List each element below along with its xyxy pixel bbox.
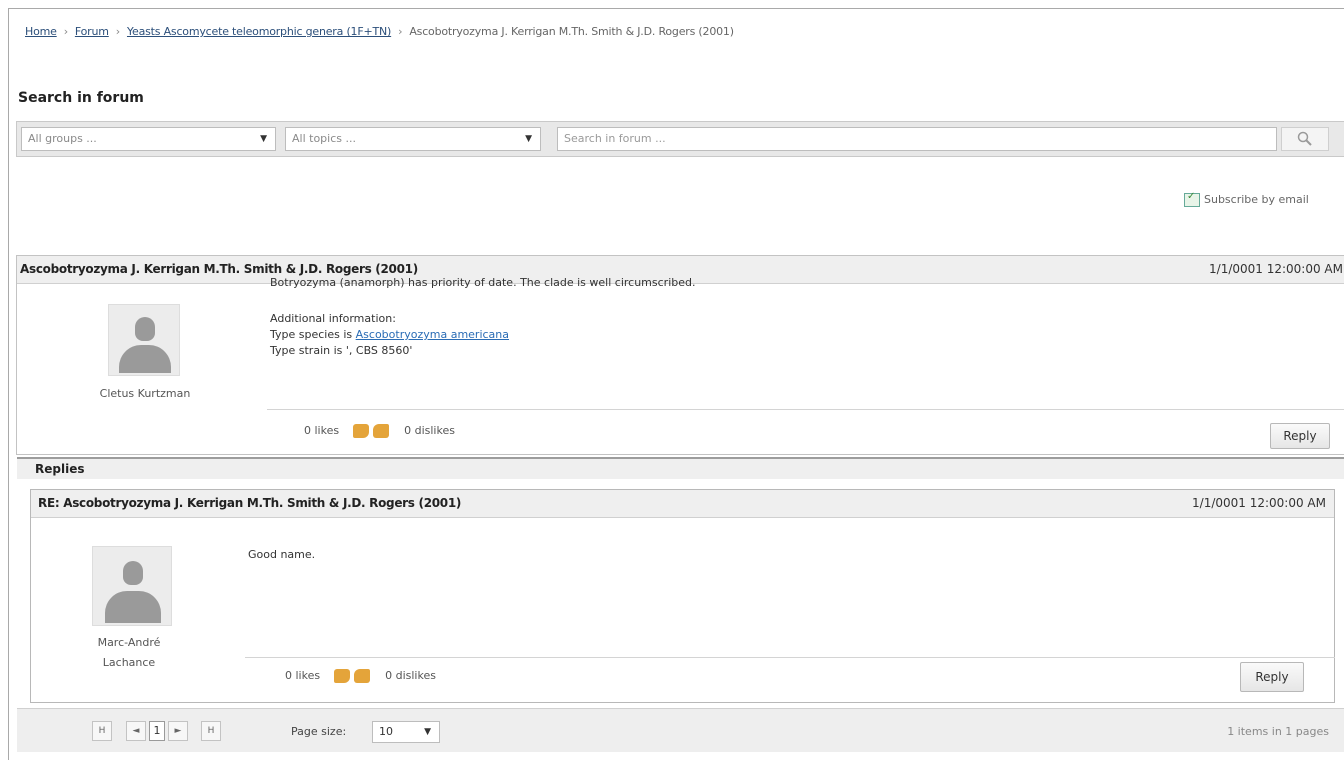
reply-content: Good name.	[248, 548, 316, 561]
page-size-label: Page size:	[291, 725, 347, 738]
type-species-link[interactable]: Ascobotryozyma americana	[356, 328, 509, 341]
type-strain-line: Type strain is ', CBS 8560'	[270, 344, 413, 357]
breadcrumb-current: Ascobotryozyma J. Kerrigan M.Th. Smith &…	[409, 25, 734, 38]
reply-button[interactable]: Reply	[1270, 423, 1330, 449]
thumbs-up-icon[interactable]	[352, 424, 369, 438]
post-dislikes-count: 0 dislikes	[404, 424, 455, 437]
reply-likes-count: 0 likes	[285, 669, 321, 682]
pager: H ◄ 1 ► H Page size: 10 ▼ 1 items in 1 p…	[17, 708, 1344, 752]
breadcrumb-separator: ›	[63, 25, 68, 38]
thumbs-up-icon[interactable]	[333, 669, 350, 683]
type-species-line: Type species is Ascobotryozyma americana	[270, 327, 1170, 343]
last-page-button[interactable]: H	[201, 721, 221, 741]
chevron-down-icon: ▼	[525, 134, 532, 144]
chevron-down-icon: ▼	[260, 134, 267, 144]
post-text: Botryozyma (anamorph) has priority of da…	[270, 276, 696, 289]
post-author: Cletus Kurtzman	[99, 387, 191, 400]
groups-select[interactable]: All groups ... ▼	[21, 127, 276, 151]
breadcrumb-separator: ›	[115, 25, 120, 38]
reply-dislikes-count: 0 dislikes	[385, 669, 436, 682]
breadcrumb-group-link[interactable]: Yeasts Ascomycete teleomorphic genera (1…	[127, 25, 391, 38]
replies-header: Replies	[17, 457, 1344, 479]
subscribe-by-email-link[interactable]: Subscribe by email	[1184, 191, 1309, 207]
reply-author: Marc-André Lachance	[59, 633, 199, 673]
reply-title: RE: Ascobotryozyma J. Kerrigan M.Th. Smi…	[38, 496, 462, 510]
subscribe-mail-icon	[1184, 191, 1200, 207]
search-input[interactable]: Search in forum ...	[557, 127, 1277, 151]
prev-page-button[interactable]: ◄	[126, 721, 146, 741]
pager-info: 1 items in 1 pages	[1227, 725, 1329, 738]
avatar-body-shape	[105, 591, 161, 623]
post-likes-count: 0 likes	[304, 424, 340, 437]
topics-select[interactable]: All topics ... ▼	[285, 127, 541, 151]
search-title: Search in forum	[18, 90, 144, 106]
type-species-prefix: Type species is	[270, 328, 356, 341]
thumbs-down-icon[interactable]	[372, 424, 389, 438]
additional-info-label: Additional information:	[270, 312, 396, 325]
page-size-value: 10	[379, 725, 393, 738]
reply-author-first: Marc-André	[97, 636, 161, 649]
subscribe-label: Subscribe by email	[1204, 193, 1309, 206]
post: Ascobotryozyma J. Kerrigan M.Th. Smith &…	[16, 255, 1344, 455]
post-footer-divider	[267, 409, 1344, 410]
page-size-select[interactable]: 10 ▼	[372, 721, 440, 743]
reply-post: RE: Ascobotryozyma J. Kerrigan M.Th. Smi…	[30, 489, 1335, 703]
search-input-placeholder: Search in forum ...	[564, 132, 666, 145]
avatar	[108, 304, 180, 376]
breadcrumb: Home › Forum › Yeasts Ascomycete teleomorphi…	[25, 25, 734, 38]
groups-select-value: All groups ...	[28, 132, 97, 145]
reply-likes-bar: 0 likes 0 dislikes	[285, 669, 436, 683]
avatar	[92, 546, 172, 626]
next-page-button[interactable]: ►	[168, 721, 188, 741]
post-likes-bar: 0 likes 0 dislikes	[304, 424, 455, 438]
breadcrumb-separator: ›	[398, 25, 403, 38]
reply-date: 1/1/0001 12:00:00 AM	[1192, 496, 1326, 510]
reply-footer-divider	[245, 657, 1335, 658]
topics-select-value: All topics ...	[292, 132, 356, 145]
reply-author-last: Lachance	[102, 656, 156, 669]
chevron-down-icon: ▼	[424, 727, 431, 737]
reply-button[interactable]: Reply	[1240, 662, 1304, 692]
current-page-number[interactable]: 1	[149, 721, 165, 741]
post-date: 1/1/0001 12:00:00 AM	[1209, 262, 1343, 276]
avatar-head-shape	[135, 317, 155, 341]
breadcrumb-forum-link[interactable]: Forum	[75, 25, 109, 38]
breadcrumb-home-link[interactable]: Home	[25, 25, 57, 38]
search-bar: All groups ... ▼ All topics ... ▼ Search…	[16, 121, 1344, 157]
magnifier-icon	[1297, 131, 1312, 146]
replies-title: Replies	[35, 462, 85, 476]
post-content: Botryozyma (anamorph) has priority of da…	[270, 275, 1170, 359]
search-button[interactable]	[1281, 127, 1329, 151]
avatar-body-shape	[119, 345, 171, 373]
post-title: Ascobotryozyma J. Kerrigan M.Th. Smith &…	[20, 262, 418, 276]
first-page-button[interactable]: H	[92, 721, 112, 741]
reply-header: RE: Ascobotryozyma J. Kerrigan M.Th. Smi…	[31, 490, 1334, 518]
avatar-head-shape	[123, 561, 143, 585]
thumbs-down-icon[interactable]	[353, 669, 370, 683]
